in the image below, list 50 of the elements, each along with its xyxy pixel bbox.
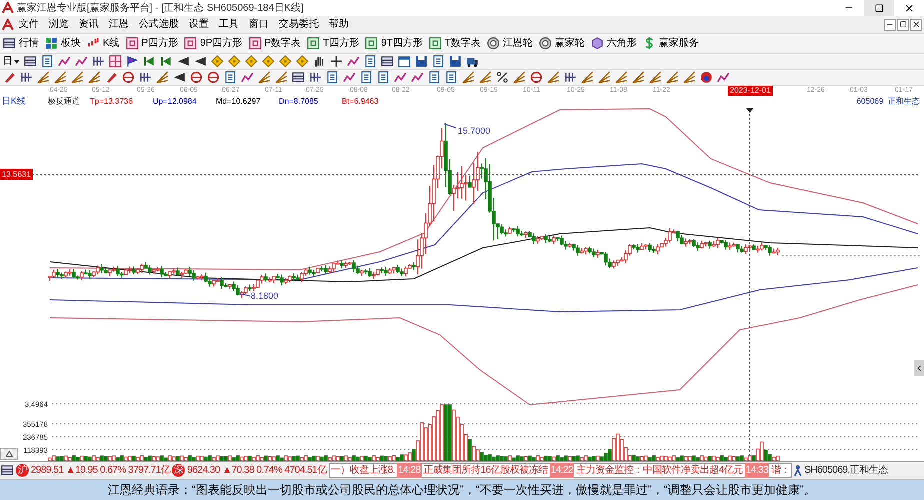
toolbar-button[interactable]: K线 (87, 36, 120, 51)
menu-item[interactable]: 浏览 (44, 16, 74, 32)
period-label: 日K线 (2, 95, 28, 108)
stock-label: 605069 正和生态 (856, 96, 920, 108)
market-badge: 沪 (16, 464, 29, 477)
indicator-value: Tp=13.3736 (90, 96, 134, 108)
indicator-value: Bt=6.9463 (342, 96, 380, 108)
menu-item[interactable]: 交易委托 (274, 16, 324, 32)
menu-item[interactable]: 设置 (184, 16, 214, 32)
menu-item[interactable]: 帮助 (324, 16, 354, 32)
menu-item[interactable]: 江恩 (104, 16, 134, 32)
indicator-value: Md=10.6297 (216, 96, 262, 108)
indicator-name: 极反通道 (48, 96, 81, 108)
current-stock: SH605069,正和生态 (804, 464, 888, 478)
window-title: 赢家江恩专业版[赢家服务平台] - [正和生态 SH605069-184日K线] (17, 2, 304, 16)
toolbar-button[interactable]: 板块 (45, 36, 81, 51)
quote-ticker: 江恩经典语录：“图表能反映出一切股市或公司股民的总体心理状况”，“不要一次性买进，傲慢就是罪过”，“调整只会让股市更加健康”。 (108, 482, 816, 499)
news-headline[interactable]: 一）收盘上涨8. (330, 463, 396, 478)
toolbar-button[interactable]: P数字表 (248, 36, 302, 51)
news-headline[interactable]: 主力资金监控：中国软件净卖出超4亿元 (576, 463, 743, 478)
menu-item[interactable]: 公式选股 (134, 16, 184, 32)
toolbar-button[interactable]: P四方形 (126, 36, 178, 51)
menu-item[interactable]: 资讯 (74, 16, 104, 32)
toolbar-button[interactable]: 江恩轮 (487, 36, 534, 51)
index-quote: 2989.51 ▲19.95 0.67% 3797.71亿 (31, 464, 170, 478)
indicator-value: Up=12.0984 (153, 96, 198, 108)
news-headline[interactable]: 谐： (771, 463, 790, 478)
period-dropdown[interactable]: 日 (3, 54, 20, 69)
toolbar-button[interactable]: 赢家服务 (643, 36, 700, 51)
toolbar-button[interactable]: T数字表 (429, 36, 482, 51)
menu-item[interactable]: 窗口 (244, 16, 274, 32)
high-price-label: 15.7000 (458, 126, 491, 136)
date-label: 2023-12-01 (728, 86, 773, 96)
news-time: 14:28 (397, 463, 422, 478)
toolbar-button[interactable]: 行情 (3, 36, 39, 51)
toolbar-button[interactable]: T四方形 (307, 36, 360, 51)
indicator-value: Dn=8.7085 (279, 96, 320, 108)
toolbar-button[interactable]: 六角形 (591, 36, 638, 51)
menu-item[interactable]: 工具 (214, 16, 244, 32)
toolbar-button[interactable]: 9P四方形 (184, 36, 243, 51)
news-time: 14:33 (744, 463, 770, 478)
news-headline[interactable]: 正威集团所持16亿股权被冻结 (424, 463, 548, 478)
toolbar-button[interactable]: 赢家轮 (539, 36, 586, 51)
low-price-label: 8.1800 (251, 291, 279, 301)
toolbar-button[interactable]: 9T四方形 (365, 36, 424, 51)
market-badge: 深 (172, 464, 186, 477)
index-quote: 9624.30 ▲70.38 0.74% 4704.51亿 (187, 464, 327, 478)
menu-item[interactable]: 文件 (14, 16, 44, 32)
crosshair-price: 13.5631 (0, 169, 33, 180)
news-time: 14:22 (550, 463, 574, 478)
